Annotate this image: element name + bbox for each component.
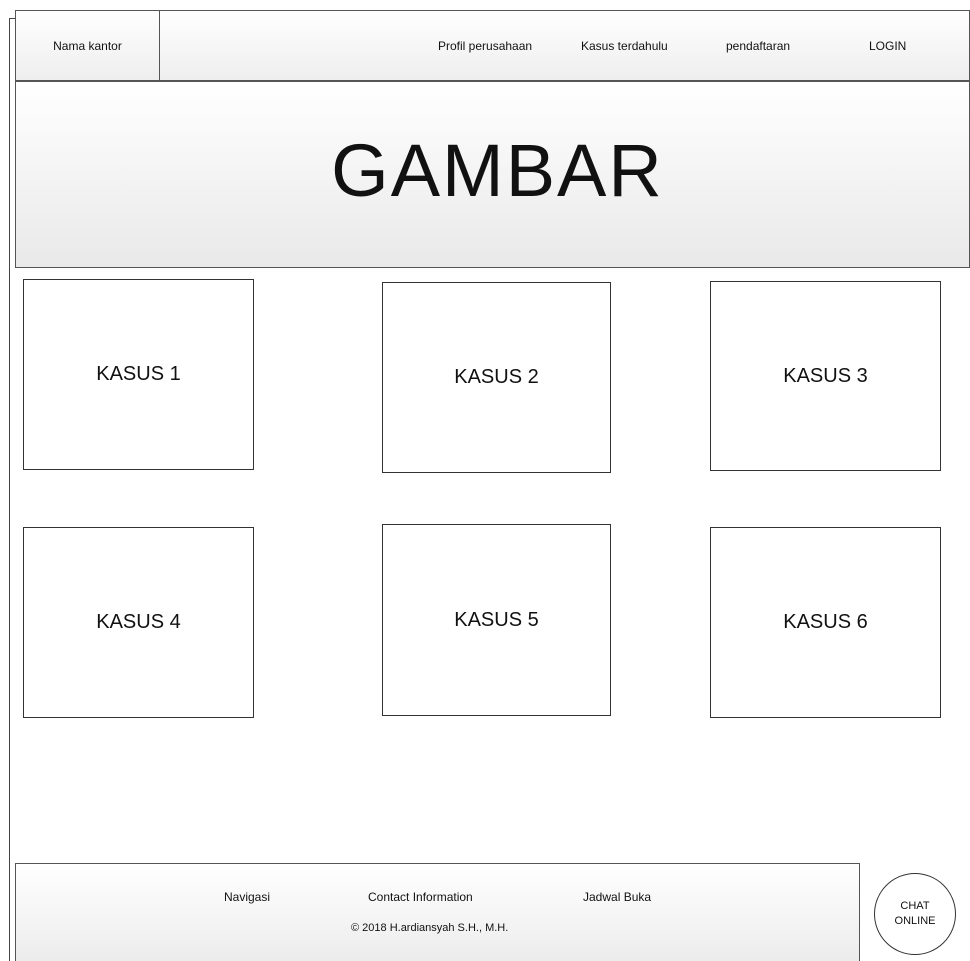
case-card-4[interactable]: KASUS 4 [23, 527, 254, 718]
footer-contact-link[interactable]: Contact Information [368, 890, 473, 904]
chat-label-line2: ONLINE [894, 915, 936, 927]
footer-navigation-link[interactable]: Navigasi [224, 890, 270, 904]
nav-previous-cases[interactable]: Kasus terdahulu [581, 11, 668, 80]
chat-online-button[interactable]: CHAT ONLINE [874, 873, 956, 955]
hero-placeholder-text: GAMBAR [331, 129, 664, 212]
nav-company-profile[interactable]: Profil perusahaan [438, 11, 532, 80]
case-label: KASUS 2 [454, 366, 539, 388]
site-header: Nama kantor Profil perusahaan Kasus terd… [15, 10, 970, 81]
case-card-1[interactable]: KASUS 1 [23, 279, 254, 470]
case-label: KASUS 3 [783, 364, 868, 387]
nav-registration[interactable]: pendaftaran [726, 11, 790, 80]
case-label: KASUS 5 [454, 608, 539, 631]
copyright-text: © 2018 H.ardiansyah S.H., M.H. [351, 922, 509, 934]
case-label: KASUS 6 [783, 611, 868, 633]
site-footer: Navigasi Contact Information Jadwal Buka… [15, 863, 860, 961]
case-card-3[interactable]: KASUS 3 [710, 281, 941, 471]
office-name[interactable]: Nama kantor [16, 11, 160, 80]
case-label: KASUS 4 [96, 611, 181, 633]
case-card-5[interactable]: KASUS 5 [382, 524, 611, 716]
chat-label-line1: CHAT [900, 900, 930, 912]
case-card-2[interactable]: KASUS 2 [382, 282, 611, 473]
footer-hours-link[interactable]: Jadwal Buka [583, 890, 651, 904]
nav-login[interactable]: LOGIN [869, 11, 906, 80]
case-label: KASUS 1 [96, 363, 181, 385]
hero-banner: GAMBAR [15, 81, 970, 268]
case-card-6[interactable]: KASUS 6 [710, 527, 941, 718]
